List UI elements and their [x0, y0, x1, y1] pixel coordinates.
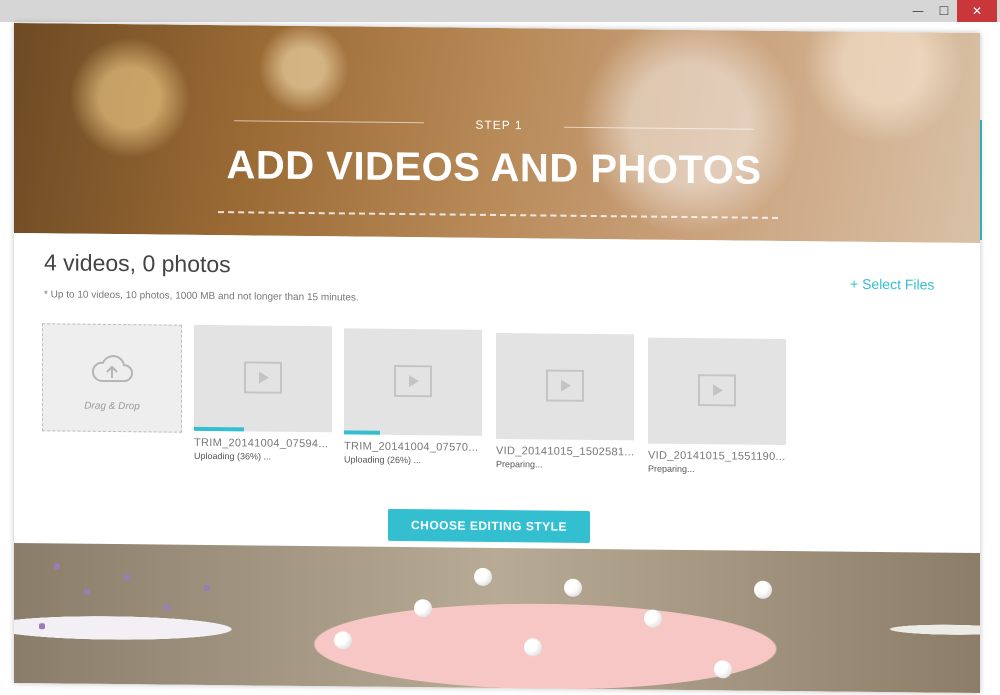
- video-thumbnail: [344, 328, 482, 436]
- pearl-decoration: [754, 580, 772, 599]
- maximize-icon[interactable]: ☐: [931, 0, 957, 22]
- video-tile[interactable]: TRIM_20141004_07570... Uploading (26%) .…: [344, 328, 482, 465]
- video-thumbnail: [194, 324, 332, 433]
- video-tile[interactable]: TRIM_20141004_07594... Uploading (36%) .…: [194, 324, 332, 462]
- media-count: 4 videos, 0 photos: [44, 249, 231, 278]
- hero-dashed-line: [218, 211, 778, 219]
- hero-divider-left: [234, 120, 424, 124]
- pearl-decoration: [644, 609, 662, 628]
- video-thumbnail: [496, 332, 634, 441]
- pearl-decoration: [474, 567, 492, 586]
- pearl-decoration: [334, 631, 352, 650]
- sprinkle-decoration: [124, 574, 130, 581]
- video-filename: TRIM_20141004_07594...: [194, 436, 329, 451]
- upload-panel: 4 videos, 0 photos * Up to 10 videos, 10…: [14, 232, 980, 554]
- upload-limits: * Up to 10 videos, 10 photos, 1000 MB an…: [44, 289, 359, 304]
- video-status: Uploading (36%) ...: [194, 450, 272, 462]
- cupcake-photo: [14, 542, 980, 694]
- step-label: STEP 1: [475, 117, 523, 133]
- screen: — ☐ ✕ STEP 1 ADD VIDEOS AND PHOTOS 4 vid…: [0, 0, 1000, 695]
- pearl-decoration: [714, 660, 732, 679]
- choose-editing-style-button[interactable]: CHOOSE EDITING STYLE: [388, 508, 590, 543]
- drag-drop-label: Drag & Drop: [84, 400, 140, 413]
- hero-divider-right: [564, 126, 754, 130]
- sprinkle-decoration: [54, 563, 60, 570]
- drag-drop-zone[interactable]: Drag & Drop: [42, 323, 182, 433]
- video-filename: VID_20141015_1502581...: [496, 444, 635, 459]
- video-status: Preparing...: [496, 458, 543, 470]
- pearl-decoration: [564, 578, 582, 597]
- sprinkle-decoration: [39, 623, 45, 630]
- close-icon[interactable]: ✕: [957, 0, 997, 22]
- video-status: Uploading (26%) ...: [344, 454, 422, 466]
- video-tile[interactable]: VID_20141015_1502581... Preparing...: [496, 332, 635, 470]
- pearl-decoration: [414, 599, 432, 618]
- minimize-icon[interactable]: —: [905, 0, 931, 22]
- video-play-icon: [698, 374, 736, 407]
- sprinkle-decoration: [204, 584, 210, 591]
- select-files-link[interactable]: + Select Files: [850, 276, 934, 293]
- video-thumbnail: [648, 337, 786, 446]
- app-window: STEP 1 ADD VIDEOS AND PHOTOS 4 videos, 0…: [14, 22, 980, 694]
- hero-banner: STEP 1 ADD VIDEOS AND PHOTOS: [14, 22, 980, 244]
- video-filename: TRIM_20141004_07570...: [344, 440, 479, 454]
- sprinkle-decoration: [84, 588, 90, 595]
- video-play-icon: [244, 361, 282, 394]
- upload-progress-bar: [344, 430, 380, 435]
- sprinkle-decoration: [164, 604, 170, 611]
- pearl-decoration: [524, 638, 542, 657]
- video-play-icon: [546, 369, 584, 402]
- video-filename: VID_20141015_1551190...: [648, 449, 786, 464]
- page-title: ADD VIDEOS AND PHOTOS: [226, 143, 762, 193]
- video-tile[interactable]: VID_20141015_1551190... Preparing...: [648, 337, 786, 475]
- cloud-upload-icon: [92, 355, 133, 383]
- video-status: Preparing...: [648, 463, 695, 475]
- upload-progress-bar: [194, 426, 244, 432]
- video-play-icon: [394, 364, 432, 398]
